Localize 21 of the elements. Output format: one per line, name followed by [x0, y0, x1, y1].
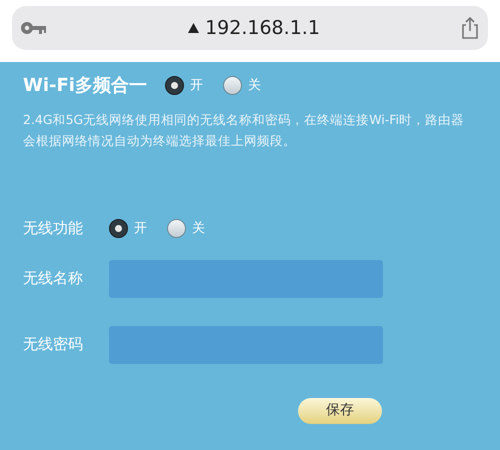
url-text[interactable]: 192.168.1.1	[205, 14, 320, 42]
radio-option[interactable]: 开	[164, 76, 203, 96]
input-field[interactable]	[109, 260, 383, 298]
save-button[interactable]: 保存	[298, 398, 382, 424]
input-field[interactable]	[109, 326, 383, 364]
radio-option[interactable]: 开	[109, 218, 147, 238]
radio-button[interactable]	[164, 76, 184, 95]
radio-option[interactable]: 关	[222, 76, 261, 96]
radio-button[interactable]	[167, 218, 186, 238]
share-icon[interactable]	[460, 16, 480, 40]
field-label: 无线名称	[23, 268, 84, 290]
radio-button[interactable]	[109, 218, 128, 238]
field-label: 无线密码	[23, 334, 84, 356]
field-label: 无线功能	[23, 218, 84, 239]
radio-button[interactable]	[222, 76, 242, 95]
warning-icon	[188, 23, 200, 33]
section-title: Wi-Fi多频合一	[23, 74, 147, 98]
address-bar[interactable]: 192.168.1.1	[12, 6, 488, 50]
key-icon[interactable]	[20, 21, 48, 35]
radio-option[interactable]: 关	[167, 218, 205, 238]
description-text: 2.4G和5G无线网络使用相同的无线名称和密码，在终端连接Wi-Fi时，路由器会根据网络情况自动为终端选择最佳上网频段。	[23, 111, 466, 150]
